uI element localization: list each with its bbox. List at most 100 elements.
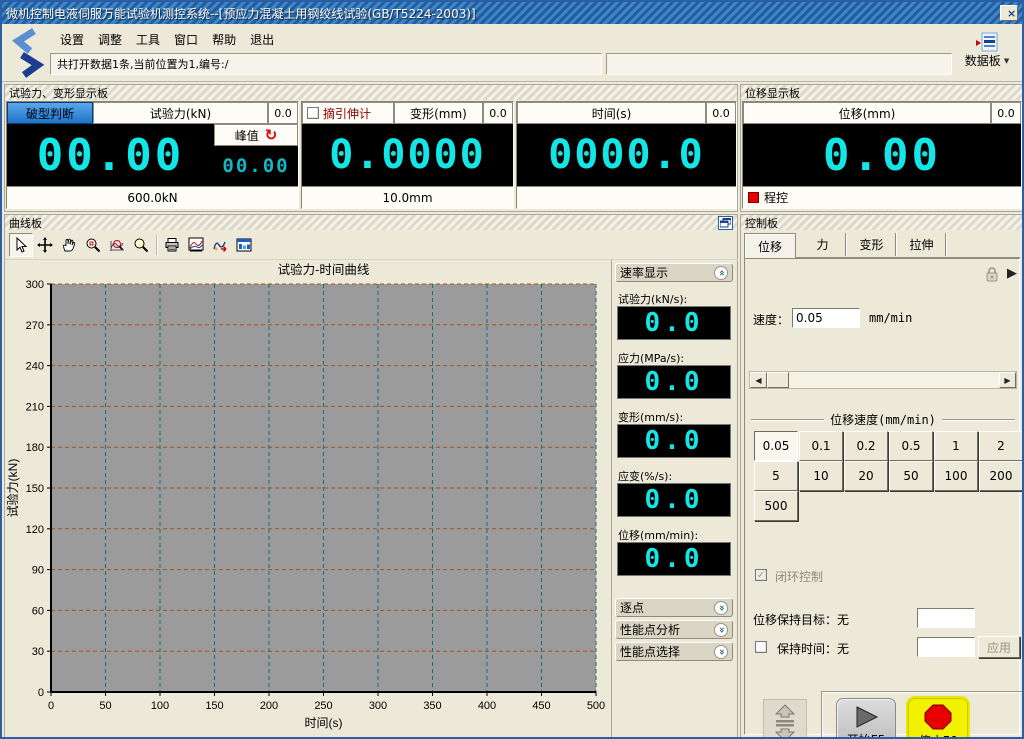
svg-text:0: 0 — [38, 687, 44, 699]
svg-text:50: 50 — [99, 700, 111, 712]
close-button[interactable]: × — [1000, 5, 1018, 21]
svg-text:30: 30 — [32, 646, 44, 658]
collapse-down-icon[interactable]: » — [714, 645, 728, 659]
apply-button[interactable]: 应用 — [978, 636, 1020, 658]
force-display-panel: 试验力、变形显示板 破型判断 试验力(kN) 0.0 00.00 峰值 ↻ 00… — [4, 84, 738, 212]
status-bar-secondary — [606, 53, 952, 75]
menu-item-window[interactable]: 窗口 — [168, 29, 204, 49]
menu-item-adjust[interactable]: 调整 — [92, 29, 128, 49]
svg-text:500: 500 — [587, 700, 605, 712]
speed-preset-button[interactable]: 0.5 — [889, 431, 933, 461]
speed-preset-button[interactable]: 50 — [889, 461, 933, 491]
curve-panel-title: 曲线板 — [9, 215, 718, 231]
speed-preset-button[interactable]: 10 — [799, 461, 843, 491]
break-judge-toggle[interactable]: 破型判断 — [7, 102, 93, 124]
svg-text:450: 450 — [532, 700, 550, 712]
crosshead-jog-button[interactable] — [763, 699, 807, 739]
peak-reset-icon[interactable]: ↻ — [265, 126, 278, 144]
extensometer-checkbox[interactable] — [307, 107, 319, 119]
rate-force-display: 0.0 — [617, 306, 731, 340]
pan-hand-icon[interactable] — [57, 233, 81, 257]
svg-text:试验力-时间曲线: 试验力-时间曲线 — [278, 262, 370, 277]
hold-time-input[interactable] — [917, 637, 975, 657]
section-performance-select[interactable]: 性能点选择 » — [615, 642, 733, 661]
section-performance-analysis[interactable]: 性能点分析 » — [615, 620, 733, 639]
speed-preset-button[interactable]: 0.05 — [754, 431, 798, 461]
curve-zoom-icon[interactable] — [105, 233, 129, 257]
rate-strain-display: 0.0 — [617, 483, 731, 517]
deform-lcd-display: 0.0000 — [302, 124, 513, 186]
hold-target-input[interactable] — [917, 608, 975, 628]
displacement-tab-page: ▶ 速度： mm/min ◀ ▶ 位移速度(mm/min) 0.05 0.1 0… — [744, 258, 1020, 735]
force-small-value: 0.0 — [268, 102, 298, 124]
menu-item-help[interactable]: 帮助 — [206, 29, 242, 49]
force-lcd-display: 00.00 — [7, 124, 214, 186]
collapse-down-icon[interactable]: » — [714, 623, 728, 637]
svg-text:60: 60 — [32, 605, 44, 617]
svg-text:时间(s): 时间(s) — [305, 716, 343, 730]
curve-toolbar — [5, 231, 738, 260]
title-bar: 微机控制电液伺服万能试验机测控系统--[预应力混凝土用钢绞线试验(GB/T522… — [2, 2, 1022, 24]
tab-tension[interactable]: 拉伸 — [898, 233, 946, 256]
speed-preset-button[interactable]: 500 — [754, 491, 798, 521]
time-range-label — [517, 186, 736, 208]
speed-preset-button[interactable]: 5 — [754, 461, 798, 491]
menu-bar: 设置 调整 工具 窗口 帮助 退出 — [54, 29, 280, 49]
stop-button[interactable]: 停止F6 — [908, 698, 968, 739]
section-point-by-point[interactable]: 逐点 » — [615, 598, 733, 617]
speed-preset-button[interactable]: 100 — [934, 461, 978, 491]
menu-item-settings[interactable]: 设置 — [54, 29, 90, 49]
chart-area[interactable]: 0306090120150180210240270300050100150200… — [5, 260, 611, 739]
time-header: 时间(s) — [517, 102, 706, 124]
menu-item-tools[interactable]: 工具 — [130, 29, 166, 49]
scroll-right-icon[interactable]: ▶ — [999, 372, 1016, 388]
speed-preset-button[interactable]: 2 — [979, 431, 1023, 461]
start-button[interactable]: 开始F5 — [836, 698, 896, 739]
databoard-button[interactable]: 数据板 ▼ — [956, 32, 1018, 78]
zoom-select-icon[interactable] — [81, 233, 105, 257]
scroll-thumb[interactable] — [767, 372, 789, 388]
speed-scrollbar[interactable]: ◀ ▶ — [749, 371, 1017, 389]
data-window-icon[interactable] — [232, 233, 256, 257]
pointer-icon[interactable] — [9, 233, 33, 257]
zoom-out-icon[interactable] — [129, 233, 153, 257]
crosshair-icon[interactable] — [33, 233, 57, 257]
svg-text:试验力(kN): 试验力(kN) — [5, 459, 20, 518]
speed-preset-button[interactable]: 0.2 — [844, 431, 888, 461]
menu-item-exit[interactable]: 退出 — [244, 29, 280, 49]
deform-display-group: 摘引伸计 变形(mm) 0.0 0.0000 10.0mm — [301, 101, 514, 209]
svg-text:240: 240 — [26, 361, 44, 373]
speed-preset-button[interactable]: 20 — [844, 461, 888, 491]
svg-text:300: 300 — [26, 279, 44, 291]
rate-display-header[interactable]: 速率显示 « — [615, 263, 733, 282]
rate-label: 应力(MPa/s): — [618, 350, 684, 366]
rate-deform-display: 0.0 — [617, 424, 731, 458]
play-small-icon[interactable]: ▶ — [1007, 266, 1017, 281]
tab-deform[interactable]: 变形 — [848, 233, 896, 256]
speed-preset-button[interactable]: 1 — [934, 431, 978, 461]
tab-strip: 位移 力 变形 拉伸 — [744, 233, 1020, 258]
time-small-value: 0.0 — [706, 102, 736, 124]
curve-copy-icon[interactable] — [208, 233, 232, 257]
displacement-display-group: 位移(mm) 0.0 0.00 程控 — [742, 101, 1022, 209]
speed-label: 速度： — [753, 311, 789, 328]
closed-loop-checkbox[interactable]: ✓ — [755, 569, 767, 581]
svg-text:120: 120 — [26, 524, 44, 536]
speed-preset-button[interactable]: 0.1 — [799, 431, 843, 461]
svg-text:0: 0 — [48, 700, 54, 712]
window-title: 微机控制电液伺服万能试验机测控系统--[预应力混凝土用钢绞线试验(GB/T522… — [6, 5, 1000, 22]
speed-input[interactable] — [792, 308, 860, 328]
svg-text:270: 270 — [26, 320, 44, 332]
speed-unit: mm/min — [869, 311, 912, 325]
speed-preset-button[interactable]: 200 — [979, 461, 1023, 491]
hold-time-checkbox[interactable] — [755, 641, 767, 653]
tab-force[interactable]: 力 — [800, 233, 846, 256]
float-window-icon[interactable] — [718, 216, 733, 230]
collapse-up-icon[interactable]: « — [714, 266, 728, 280]
deform-header: 变形(mm) — [394, 102, 483, 124]
print-icon[interactable] — [160, 233, 184, 257]
curve-chart-icon[interactable] — [184, 233, 208, 257]
collapse-down-icon[interactable]: » — [714, 601, 728, 615]
scroll-left-icon[interactable]: ◀ — [750, 372, 767, 388]
tab-displacement[interactable]: 位移 — [744, 233, 796, 258]
